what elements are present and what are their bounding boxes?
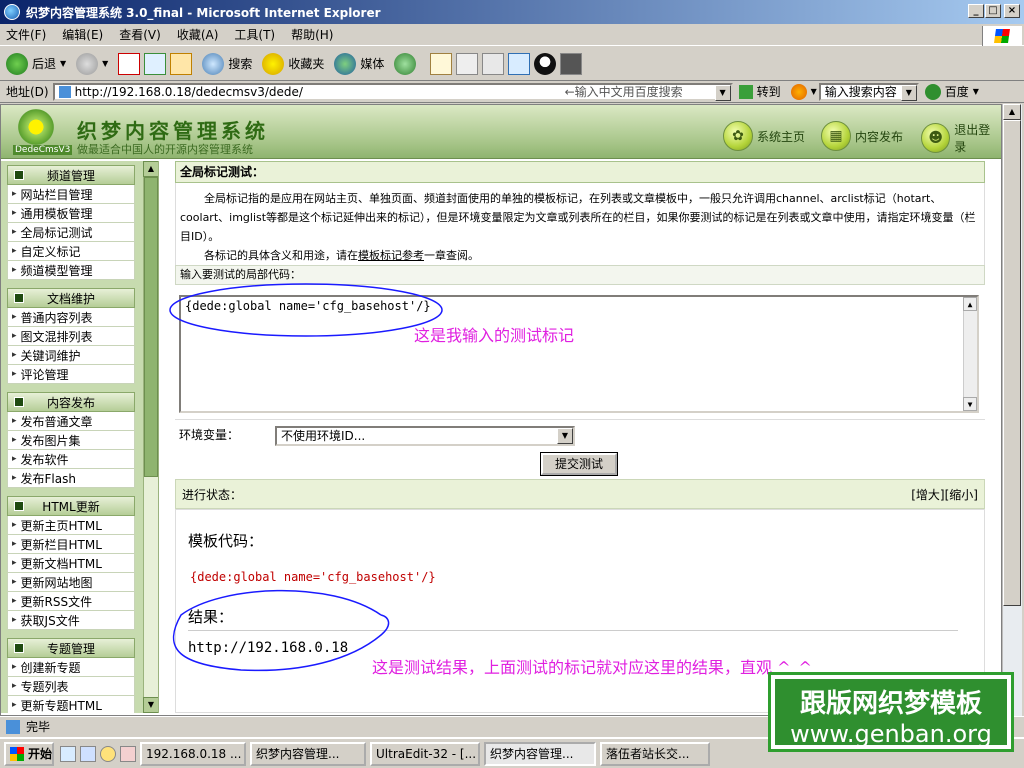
- forward-button[interactable]: ▼: [76, 52, 108, 75]
- browser-toolbar: 后退 ▼ ▼ 搜索 收藏夹 媒体: [0, 47, 1024, 81]
- task-label: UltraEdit-32 - [...: [376, 746, 477, 761]
- back-arrow-icon: [6, 52, 28, 75]
- media-label: 媒体: [360, 57, 385, 71]
- forward-arrow-icon: [76, 52, 99, 75]
- history-icon[interactable]: [394, 52, 417, 75]
- menu-tools[interactable]: 工具(T): [234, 26, 275, 43]
- ie-icon: [4, 4, 20, 20]
- favorites-button[interactable]: 收藏夹: [262, 52, 325, 75]
- messenger-icon[interactable]: [560, 52, 583, 75]
- go-arrow-icon: [738, 84, 753, 99]
- star-icon: [262, 52, 285, 75]
- menu-bar: 文件(F) 编辑(E) 查看(V) 收藏(A) 工具(T) 帮助(H): [0, 24, 1024, 46]
- maximize-button[interactable]: □: [985, 4, 1001, 18]
- forward-dropdown-icon[interactable]: ▼: [102, 59, 108, 68]
- media-icon: [334, 52, 357, 75]
- qq-icon[interactable]: [534, 52, 557, 75]
- annotation-input-note: 这是我输入的测试标记: [414, 326, 575, 345]
- menu-favorites[interactable]: 收藏(A): [177, 26, 219, 43]
- baidu-go-icon: [924, 83, 941, 100]
- address-dropdown-icon[interactable]: ▼: [714, 84, 731, 101]
- menu-file[interactable]: 文件(F): [6, 26, 46, 43]
- back-button[interactable]: 后退 ▼: [6, 52, 66, 75]
- task-label: 织梦内容管理...: [256, 747, 340, 761]
- go-label: 转到: [756, 85, 781, 99]
- address-input[interactable]: http://192.168.0.18/dedecmsv3/dede/ ←输入中…: [52, 82, 733, 101]
- home-icon[interactable]: [170, 52, 193, 75]
- windows-logo-icon: [982, 26, 1022, 46]
- task-ie-1[interactable]: 192.168.0.18 ...: [140, 741, 246, 766]
- baidu-label: 百度: [944, 85, 969, 99]
- print-icon[interactable]: [456, 52, 479, 75]
- task-dede-1[interactable]: 织梦内容管理...: [250, 741, 366, 766]
- task-label: 织梦内容管理...: [490, 747, 574, 761]
- annotation-result-note: 这是测试结果，上面测试的标记就对应这里的结果，直观 ^_^: [372, 658, 812, 677]
- search-button[interactable]: 搜索: [202, 52, 253, 75]
- quicklaunch-ie-icon[interactable]: [60, 745, 76, 762]
- edit-icon[interactable]: [482, 52, 505, 75]
- quicklaunch-desktop-icon[interactable]: [80, 745, 96, 762]
- close-button[interactable]: ×: [1004, 4, 1020, 18]
- go-button[interactable]: 转到: [738, 83, 781, 100]
- watermark-body: 跟版网织梦模板 www.genban.org: [775, 679, 1007, 748]
- task-dede-2[interactable]: 织梦内容管理...: [484, 741, 596, 766]
- back-label: 后退: [32, 57, 57, 71]
- address-url: http://192.168.0.18/dedecmsv3/dede/: [74, 84, 303, 99]
- mail-icon[interactable]: [430, 52, 453, 75]
- menu-edit[interactable]: 编辑(E): [62, 26, 103, 43]
- annotation-circle-input: [169, 283, 443, 337]
- start-label: 开始: [28, 747, 53, 761]
- search-mode: 输入搜索内容: [824, 85, 897, 99]
- baidu-button[interactable]: 百度 ▼: [924, 83, 979, 100]
- menu-view[interactable]: 查看(V): [119, 26, 161, 43]
- watermark-line2: www.genban.org: [790, 720, 992, 748]
- address-label: 地址(D): [6, 85, 49, 99]
- task-label: 落伍者站长交...: [606, 747, 690, 761]
- search-dropdown-icon[interactable]: ▼: [900, 84, 917, 101]
- menu-help[interactable]: 帮助(H): [291, 26, 333, 43]
- page-scroll-thumb[interactable]: [1003, 120, 1021, 606]
- search-label: 搜索: [228, 57, 253, 71]
- page-content: DedeCmsV3 织梦内容管理系统 做最适合中国人的开源内容管理系统 ✿ 系统…: [0, 104, 1002, 716]
- baidu-dropdown-icon[interactable]: ▼: [973, 87, 979, 96]
- address-bar: 地址(D) http://192.168.0.18/dedecmsv3/dede…: [0, 81, 1024, 103]
- favorites-label: 收藏夹: [288, 57, 325, 71]
- start-button[interactable]: 开始: [4, 741, 54, 766]
- task-label: 192.168.0.18 ...: [146, 746, 242, 761]
- task-ultraedit[interactable]: UltraEdit-32 - [...: [370, 741, 480, 766]
- genban-watermark: 跟版网织梦模板 www.genban.org: [768, 672, 1014, 752]
- stop-icon[interactable]: [118, 52, 141, 75]
- page-done-icon: [6, 719, 20, 734]
- quicklaunch-paint-icon[interactable]: [120, 745, 136, 762]
- annotation-circle-result: [172, 589, 390, 672]
- window-title-bar: 织梦内容管理系统 3.0_final - Microsoft Internet …: [0, 0, 1024, 24]
- ie-page-icon[interactable]: [508, 52, 531, 75]
- annotation-overlay: [169, 283, 443, 672]
- minimize-button[interactable]: _: [968, 4, 984, 18]
- baidu-hint: ←输入中文用百度搜索: [564, 85, 683, 99]
- task-luowuzhe[interactable]: 落伍者站长交...: [600, 741, 710, 766]
- watermark-line1: 跟版网织梦模板: [799, 689, 982, 719]
- refresh-icon[interactable]: [144, 52, 167, 75]
- page-scroll-up-icon[interactable]: ▲: [1003, 104, 1021, 120]
- status-text: 完毕: [26, 720, 51, 734]
- page-icon: [58, 85, 71, 98]
- search-engine-icon[interactable]: [790, 83, 807, 100]
- quicklaunch-ultraedit-icon[interactable]: [100, 745, 116, 762]
- window-title: 织梦内容管理系统 3.0_final - Microsoft Internet …: [26, 5, 381, 20]
- search-icon: [202, 52, 225, 75]
- back-dropdown-icon[interactable]: ▼: [60, 59, 66, 68]
- media-button[interactable]: 媒体: [334, 52, 385, 75]
- search-engine-dropdown-icon[interactable]: ▼: [811, 87, 817, 96]
- search-input[interactable]: 输入搜索内容 ▼: [818, 82, 919, 101]
